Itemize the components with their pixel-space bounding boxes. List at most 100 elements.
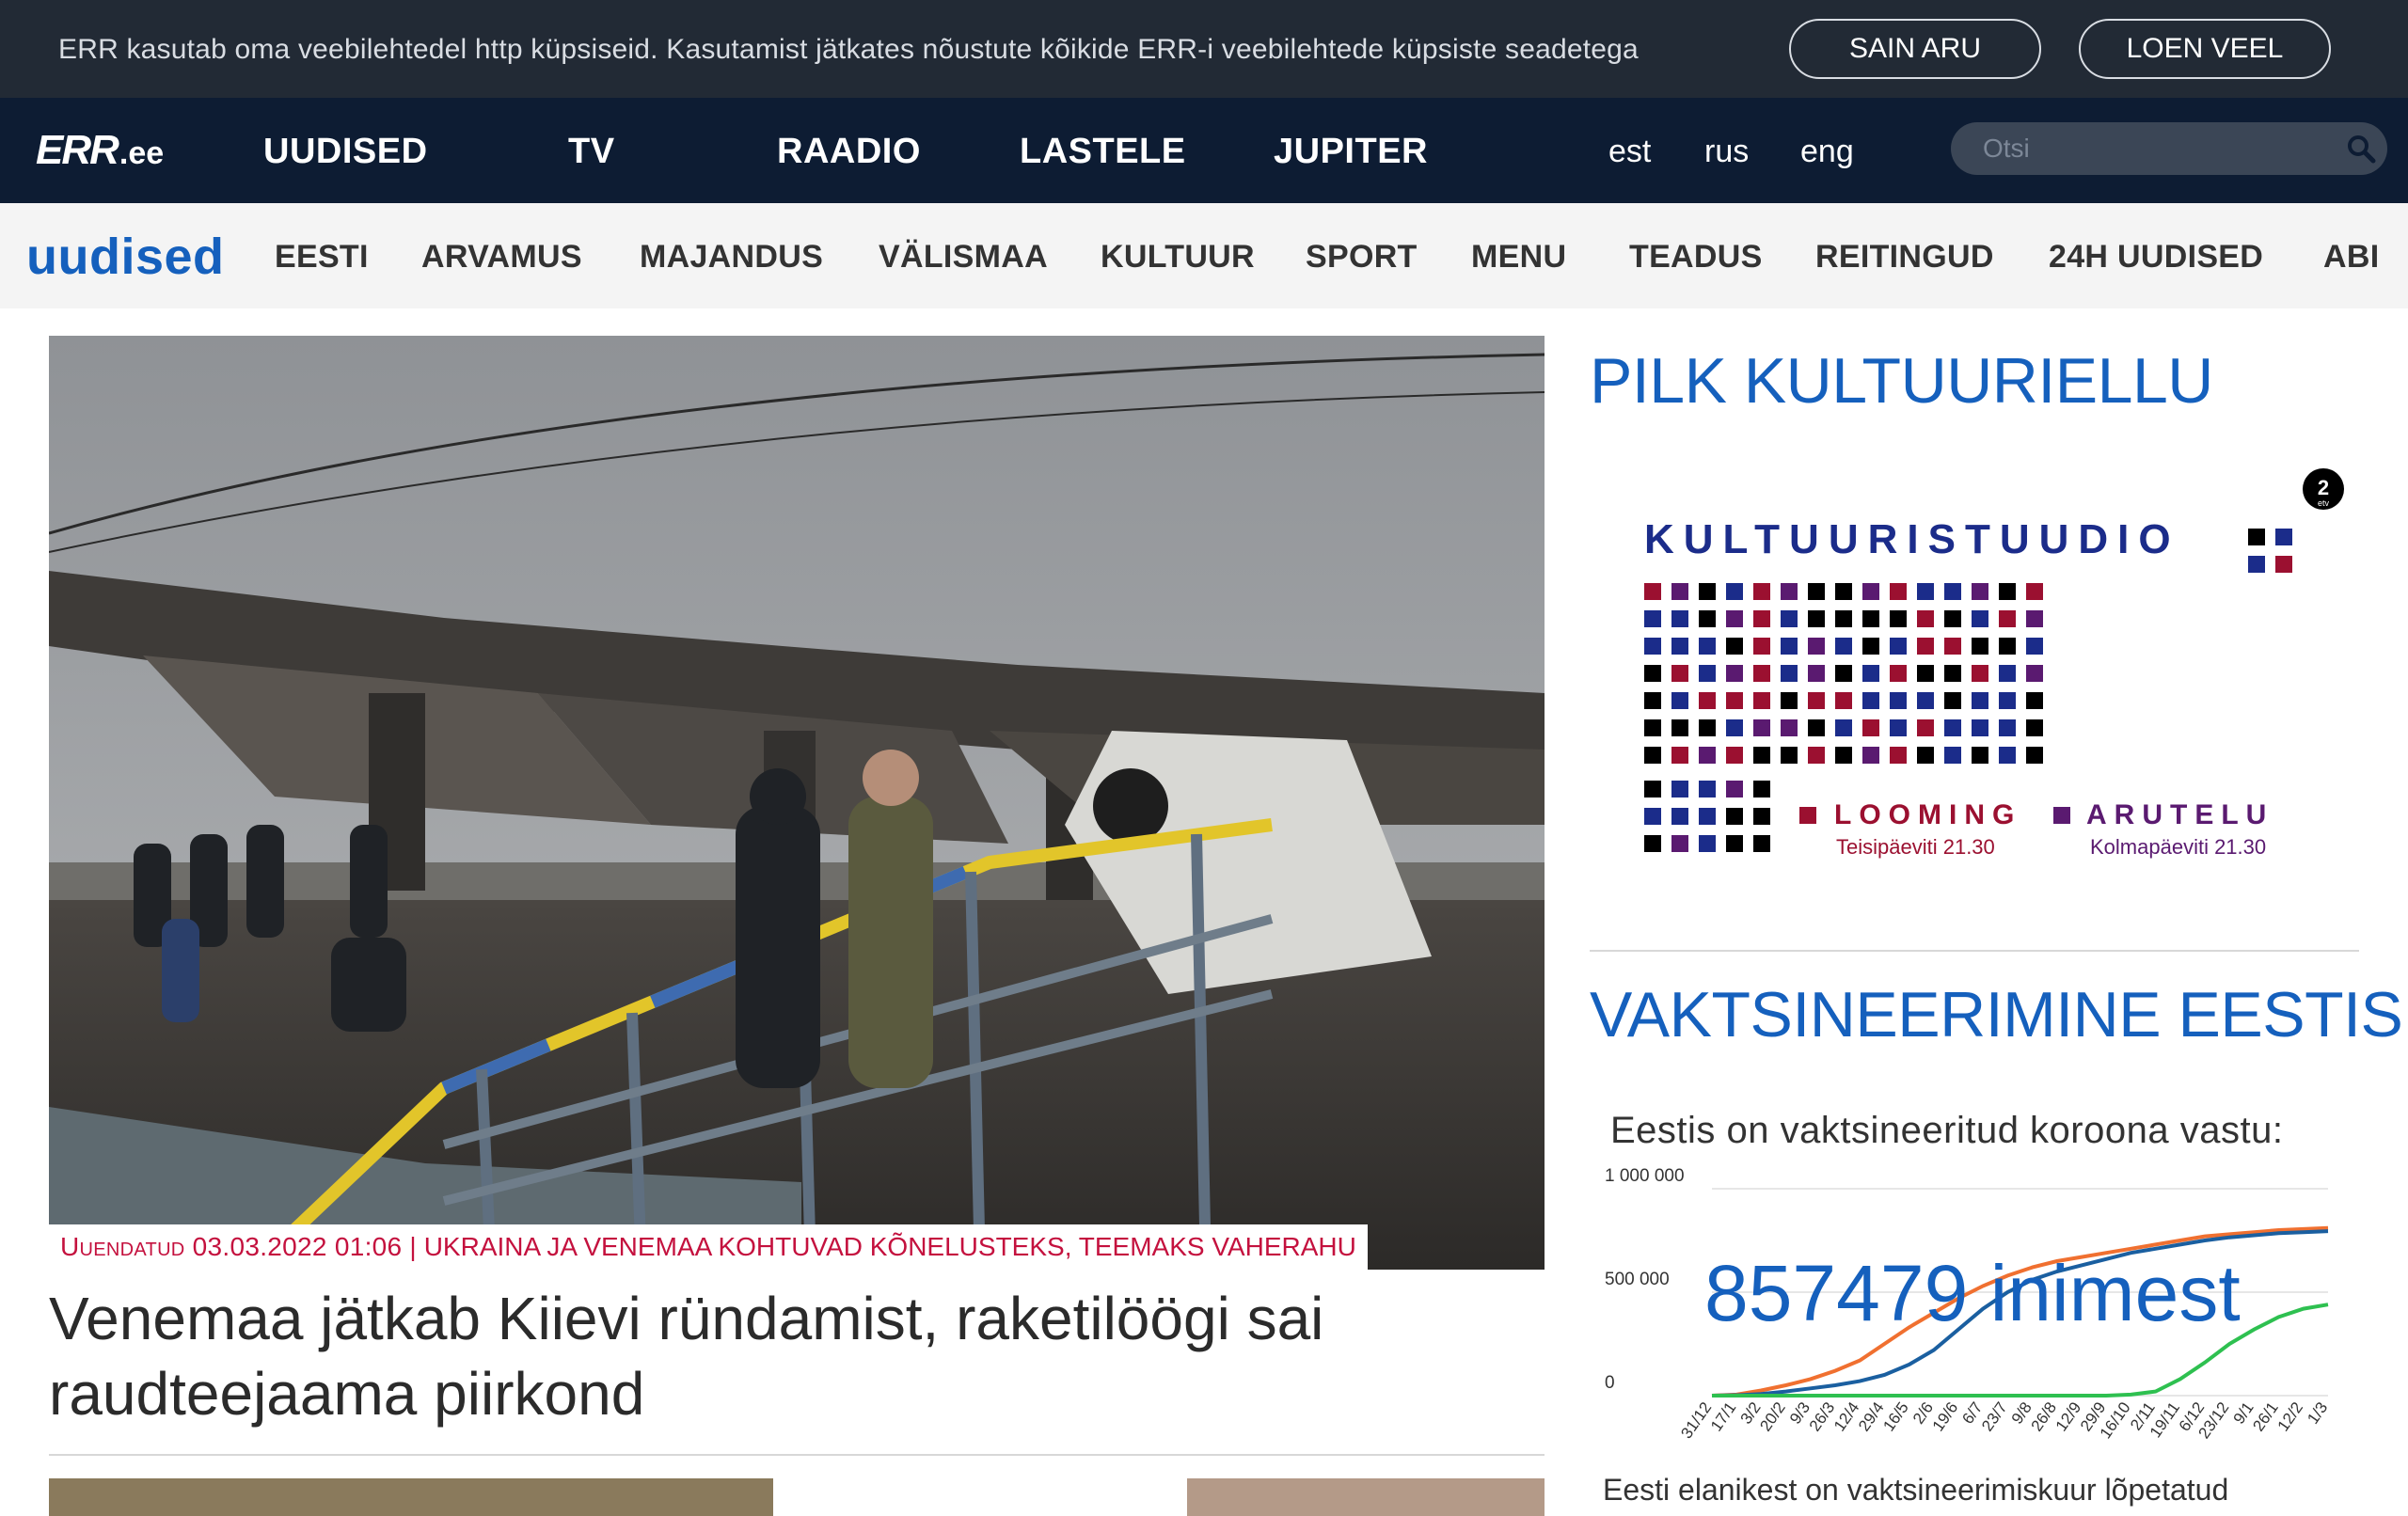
decor-square xyxy=(1999,747,2016,764)
decor-square xyxy=(1972,747,1988,764)
search-icon[interactable] xyxy=(2346,134,2376,164)
decor-square xyxy=(1644,747,1661,764)
article-hero-image[interactable] xyxy=(49,336,1545,1270)
secnav-abi[interactable]: ABI xyxy=(2323,239,2379,276)
decor-square xyxy=(1726,692,1743,709)
show-looming-time: Teisipäeviti 21.30 xyxy=(1836,835,1995,859)
decor-square xyxy=(2026,747,2043,764)
etv2-badge-label: etv xyxy=(2318,498,2330,508)
show-looming: LOOMING xyxy=(1834,799,2021,830)
decor-square xyxy=(1808,610,1825,627)
secnav-reitingud[interactable]: REITINGUD xyxy=(1815,239,1994,276)
decor-square xyxy=(1781,747,1798,764)
decor-square xyxy=(1944,692,1961,709)
decor-square xyxy=(1835,692,1852,709)
decor-square xyxy=(1644,665,1661,682)
next-article-thumbnail[interactable] xyxy=(49,1478,773,1516)
err-logo[interactable]: ERR .ee xyxy=(36,130,164,171)
article-caption[interactable]: Uuendatud 03.03.2022 01:06 | UKRAINA JA … xyxy=(49,1224,1368,1270)
decor-square xyxy=(1890,638,1907,655)
decor-square xyxy=(1753,808,1770,825)
lang-eng[interactable]: eng xyxy=(1800,134,1854,170)
decor-square xyxy=(1753,747,1770,764)
decor-square xyxy=(1808,692,1825,709)
decor-square xyxy=(1699,719,1716,736)
decor-square xyxy=(1972,665,1988,682)
secnav-menu[interactable]: MENU xyxy=(1471,239,1566,276)
destroyed-bridge-photo xyxy=(49,336,1545,1270)
sidebar-title-vaktsineerimine[interactable]: VAKTSINEERIMINE EESTIS xyxy=(1590,978,2403,1051)
secnav-teadus[interactable]: TEADUS xyxy=(1629,239,1763,276)
decor-square xyxy=(1726,719,1743,736)
article-divider xyxy=(49,1454,1545,1456)
decor-square xyxy=(1835,610,1852,627)
decor-square xyxy=(1944,665,1961,682)
lang-est[interactable]: est xyxy=(1608,134,1651,170)
section-logo[interactable]: uudised xyxy=(26,228,225,286)
decor-square xyxy=(1890,747,1907,764)
vaccination-footnote: Eesti elanikest on vaktsineerimiskuur lõ… xyxy=(1603,1473,2229,1507)
decor-square xyxy=(1944,583,1961,600)
vaccination-chart[interactable]: 1 000 000 500 000 0 31/12 17/1 3/2 20/2 9/3 26/3… xyxy=(1599,1162,2352,1473)
decor-square xyxy=(2026,638,2043,655)
decor-square xyxy=(1781,665,1798,682)
decor-square xyxy=(1644,835,1661,852)
secnav-sport[interactable]: SPORT xyxy=(1306,239,1418,276)
decor-square xyxy=(1862,747,1879,764)
decor-square xyxy=(1671,808,1688,825)
decor-square xyxy=(1917,665,1934,682)
vaccinated-count: 857479 inimest xyxy=(1704,1249,2241,1337)
decor-square xyxy=(1835,583,1852,600)
article-headline[interactable]: Venemaa jätkab Kiievi ründamist, raketil… xyxy=(49,1281,1545,1431)
secnav-eesti[interactable]: EESTI xyxy=(275,239,369,276)
decor-square xyxy=(1671,665,1688,682)
decor-square xyxy=(1726,808,1743,825)
secnav-24h-uudised[interactable]: 24H UUDISED xyxy=(2049,239,2263,276)
secnav-valismaa[interactable]: VÄLISMAA xyxy=(879,239,1048,276)
secnav-majandus[interactable]: MAJANDUS xyxy=(640,239,823,276)
next-article-thumbnail-2[interactable] xyxy=(1187,1478,1545,1516)
cookie-read-more-button[interactable]: LOEN VEEL xyxy=(2079,19,2331,79)
x-tick-label: 26/8 xyxy=(2028,1398,2061,1434)
decor-square xyxy=(1644,719,1661,736)
decor-square xyxy=(1917,747,1934,764)
decor-square xyxy=(2026,583,2043,600)
y-tick-label: 1 000 000 xyxy=(1605,1166,1685,1186)
decor-square xyxy=(1726,610,1743,627)
search-input[interactable]: Otsi xyxy=(1951,122,2387,175)
kultuuristuudio-banner[interactable]: KULTUURISTUUDIO 2 etv LOOMING ARUTELU Te… xyxy=(1599,461,2352,884)
sidebar-separator xyxy=(1590,950,2359,952)
decor-square xyxy=(1890,665,1907,682)
nav-uudised[interactable]: UUDISED xyxy=(263,132,428,172)
decor-square xyxy=(1671,719,1688,736)
decor-square xyxy=(1671,610,1688,627)
nav-tv[interactable]: TV xyxy=(568,132,615,172)
cookie-agree-button[interactable]: SAIN ARU xyxy=(1789,19,2041,79)
decor-square xyxy=(1808,638,1825,655)
nav-raadio[interactable]: RAADIO xyxy=(777,132,921,172)
decor-square xyxy=(1972,719,1988,736)
decor-square xyxy=(1726,747,1743,764)
decor-square xyxy=(1753,583,1770,600)
kultuuristuudio-graphic: KULTUURISTUUDIO 2 etv LOOMING ARUTELU Te… xyxy=(1644,468,2344,859)
decor-square xyxy=(1917,692,1934,709)
show-arutelu: ARUTELU xyxy=(2086,799,2273,830)
sidebar-title-kultuurielu[interactable]: PILK KULTUURIELLU xyxy=(1590,344,2213,418)
secnav-kultuur[interactable]: KULTUUR xyxy=(1101,239,1255,276)
nav-jupiter[interactable]: JUPITER xyxy=(1274,132,1428,172)
decor-square xyxy=(2275,529,2292,545)
decor-square xyxy=(1999,583,2016,600)
x-tick-label: 29/4 xyxy=(1855,1398,1888,1434)
decor-square xyxy=(1999,638,2016,655)
secnav-arvamus[interactable]: ARVAMUS xyxy=(421,239,582,276)
decor-square xyxy=(1726,835,1743,852)
lang-rus[interactable]: rus xyxy=(1704,134,1749,170)
y-tick-label: 500 000 xyxy=(1605,1270,1670,1289)
nav-lastele[interactable]: LASTELE xyxy=(1020,132,1186,172)
article-related-link[interactable]: UKRAINA JA VENEMAA KOHTUVAD KÕNELUSTEKS,… xyxy=(424,1232,1356,1262)
decor-square xyxy=(1862,583,1879,600)
decor-square xyxy=(1781,610,1798,627)
decor-square xyxy=(1808,583,1825,600)
cookie-banner: ERR kasutab oma veebilehtedel http küpsi… xyxy=(0,0,2408,98)
cookie-text: ERR kasutab oma veebilehtedel http küpsi… xyxy=(58,34,1639,65)
